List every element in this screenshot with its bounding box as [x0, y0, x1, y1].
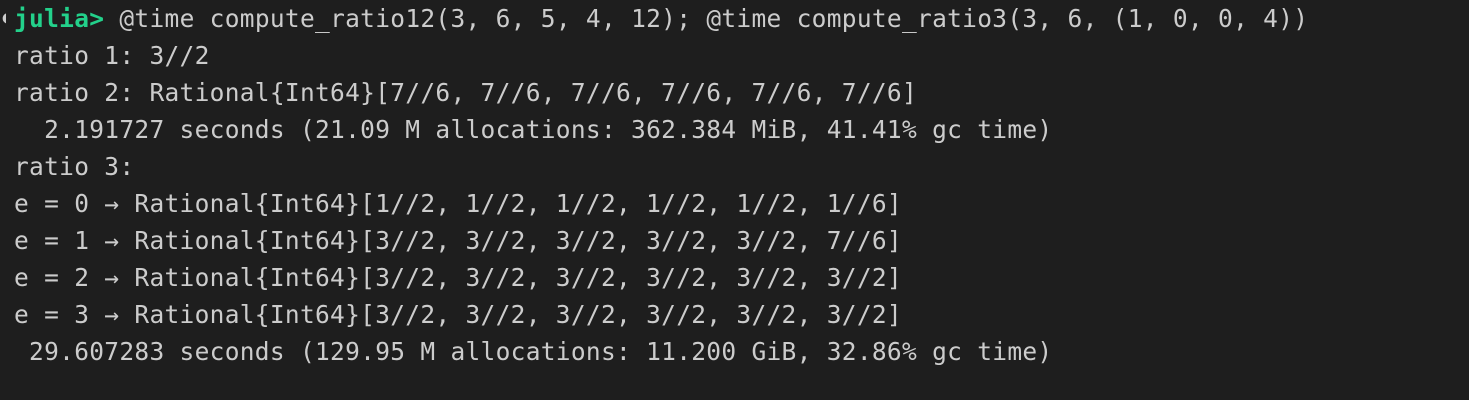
output-line: ratio 1: 3//2	[14, 41, 210, 70]
terminal-output: julia> @time compute_ratio12(3, 6, 5, 4,…	[14, 0, 1308, 370]
terminal-panel[interactable]: ◖ julia> @time compute_ratio12(3, 6, 5, …	[0, 0, 1469, 400]
command-line: julia> @time compute_ratio12(3, 6, 5, 4,…	[14, 0, 1308, 37]
timing-line: 29.607283 seconds (129.95 M allocations:…	[14, 337, 1053, 366]
timing-line: 2.191727 seconds (21.09 M allocations: 3…	[14, 115, 1053, 144]
output-line: e = 1 → Rational{Int64}[3//2, 3//2, 3//2…	[14, 226, 902, 255]
output-line: ratio 3:	[14, 152, 135, 181]
output-line: e = 3 → Rational{Int64}[3//2, 3//2, 3//2…	[14, 300, 902, 329]
output-line: e = 0 → Rational{Int64}[1//2, 1//2, 1//2…	[14, 189, 902, 218]
output-line: e = 2 → Rational{Int64}[3//2, 3//2, 3//2…	[14, 263, 902, 292]
command-text: @time compute_ratio12(3, 6, 5, 4, 12); @…	[104, 4, 1309, 33]
output-line: ratio 2: Rational{Int64}[7//6, 7//6, 7//…	[14, 78, 918, 107]
julia-prompt: julia>	[14, 4, 105, 33]
command-decoration-icon: ◖	[0, 7, 6, 28]
